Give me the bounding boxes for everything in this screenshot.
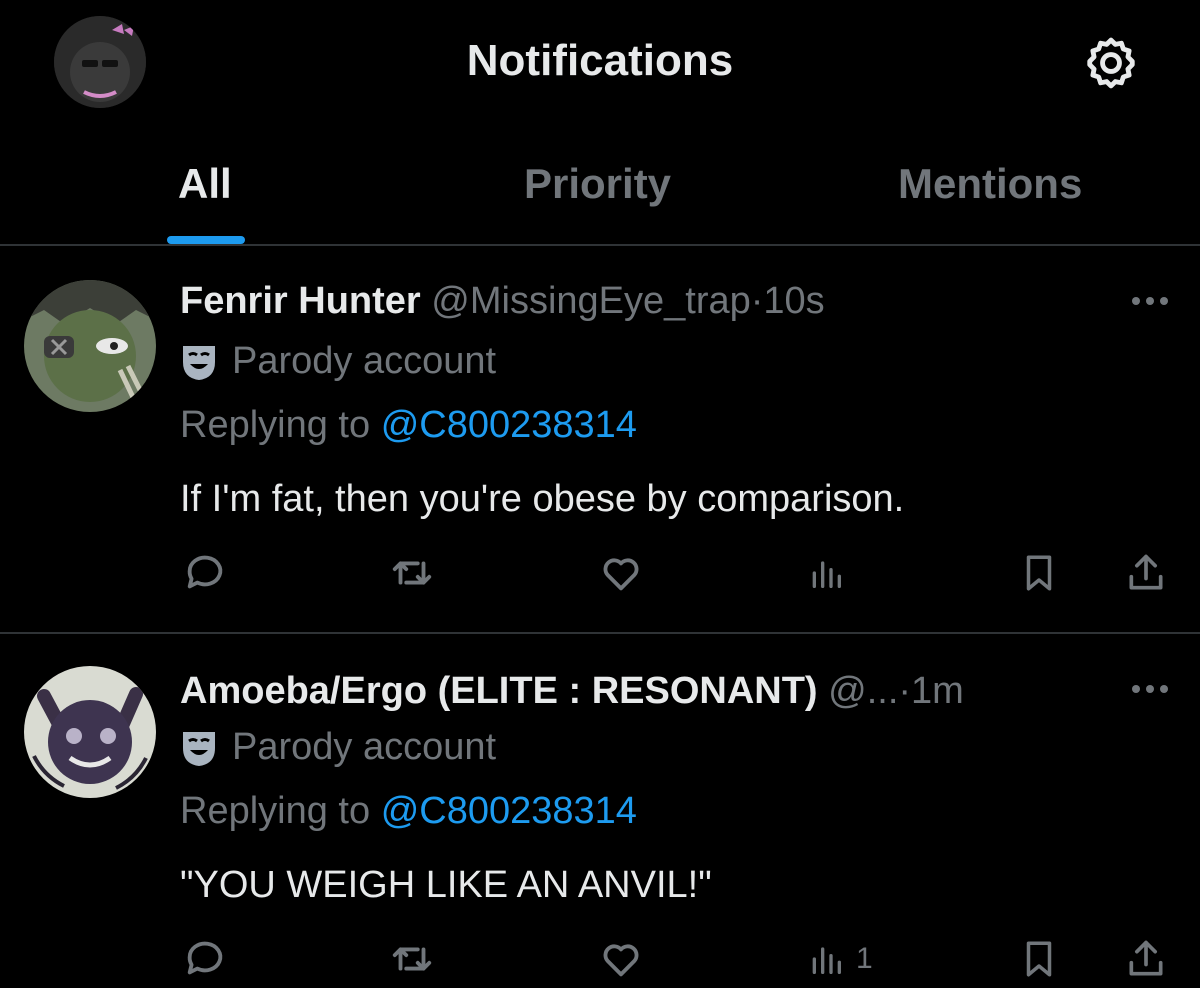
share-icon[interactable] (1124, 934, 1168, 984)
tab-priority[interactable]: Priority (524, 160, 671, 208)
timestamp[interactable]: 1m (911, 670, 964, 712)
parody-label: Parody account (180, 340, 496, 383)
notification-tabs: All Priority Mentions (0, 124, 1200, 246)
post-actions: 1 (0, 934, 1200, 984)
bookmark-icon[interactable] (1018, 934, 1060, 984)
more-options-icon[interactable] (1130, 682, 1170, 694)
user-handle[interactable]: @... (828, 670, 898, 712)
replying-prefix: Replying to (180, 790, 371, 832)
post-actions (0, 548, 1200, 598)
replying-to: Replying to @C800238314 (180, 404, 637, 447)
tab-mentions[interactable]: Mentions (898, 160, 1082, 208)
reply-icon[interactable] (182, 934, 228, 984)
parody-text: Parody account (232, 726, 497, 768)
post-text: "YOU WEIGH LIKE AN ANVIL!" (180, 864, 712, 906)
notification-header: Fenrir Hunter @MissingEye_trap·10s (180, 280, 825, 323)
replying-handle-link[interactable]: @C800238314 (381, 790, 637, 832)
active-tab-indicator (167, 236, 245, 244)
views-icon[interactable] (806, 548, 856, 598)
separator-dot: · (750, 280, 764, 322)
notification-item[interactable]: Amoeba/Ergo (ELITE : RESONANT) @...·1m P… (0, 636, 1200, 988)
parody-label: Parody account (180, 726, 496, 769)
avatar[interactable] (24, 666, 156, 798)
more-options-icon[interactable] (1130, 294, 1170, 306)
replying-prefix: Replying to (180, 404, 371, 446)
replying-handle-link[interactable]: @C800238314 (381, 404, 637, 446)
reply-icon[interactable] (182, 548, 228, 598)
separator-dot: · (898, 670, 912, 712)
avatar[interactable] (24, 280, 156, 412)
theater-mask-icon (180, 342, 218, 382)
theater-mask-icon (180, 728, 218, 768)
views-count: 1 (856, 942, 873, 975)
notification-header: Amoeba/Ergo (ELITE : RESONANT) @...·1m (180, 670, 964, 713)
top-bar: Notifications (0, 0, 1200, 124)
post-text: If I'm fat, then you're obese by compari… (180, 478, 905, 520)
share-icon[interactable] (1124, 548, 1168, 598)
repost-icon[interactable] (388, 548, 436, 598)
tab-all[interactable]: All (178, 160, 232, 208)
like-icon[interactable] (598, 934, 644, 984)
display-name[interactable]: Amoeba/Ergo (ELITE : RESONANT) (180, 670, 818, 712)
like-icon[interactable] (598, 548, 644, 598)
parody-text: Parody account (232, 340, 497, 382)
views-icon[interactable]: 1 (806, 934, 873, 984)
notification-item[interactable]: Fenrir Hunter @MissingEye_trap·10s Parod… (0, 246, 1200, 634)
timestamp[interactable]: 10s (763, 280, 824, 322)
page-title: Notifications (466, 36, 734, 85)
user-handle[interactable]: @MissingEye_trap (431, 280, 750, 322)
gear-icon[interactable] (1082, 34, 1140, 92)
bookmark-icon[interactable] (1018, 548, 1060, 598)
display-name[interactable]: Fenrir Hunter (180, 280, 421, 322)
replying-to: Replying to @C800238314 (180, 790, 637, 833)
repost-icon[interactable] (388, 934, 436, 984)
